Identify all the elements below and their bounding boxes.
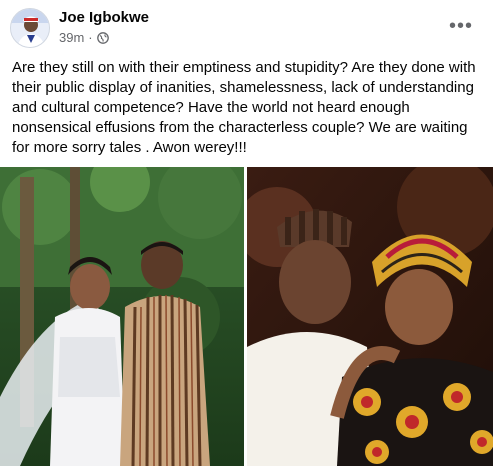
- more-horizontal-icon: •••: [449, 14, 474, 37]
- meta-separator: ·: [88, 30, 93, 45]
- post-header: Joe Igbokwe 39m · •••: [0, 0, 493, 56]
- author-name[interactable]: Joe Igbokwe: [59, 9, 149, 27]
- more-options-button[interactable]: •••: [449, 14, 473, 38]
- photo-left[interactable]: [0, 167, 244, 466]
- couple-photo-traditional-attire: [247, 167, 493, 466]
- post-text: Are they still on with their emptiness a…: [12, 59, 476, 156]
- post-photos: [0, 167, 493, 466]
- photo-right[interactable]: [247, 167, 493, 466]
- globe-icon[interactable]: [96, 32, 109, 44]
- couple-photo-white-dress: [0, 167, 244, 466]
- post-time[interactable]: 39m: [59, 30, 84, 46]
- avatar-image: [11, 9, 49, 47]
- post-meta: 39m ·: [59, 30, 109, 46]
- author-avatar[interactable]: [10, 8, 50, 48]
